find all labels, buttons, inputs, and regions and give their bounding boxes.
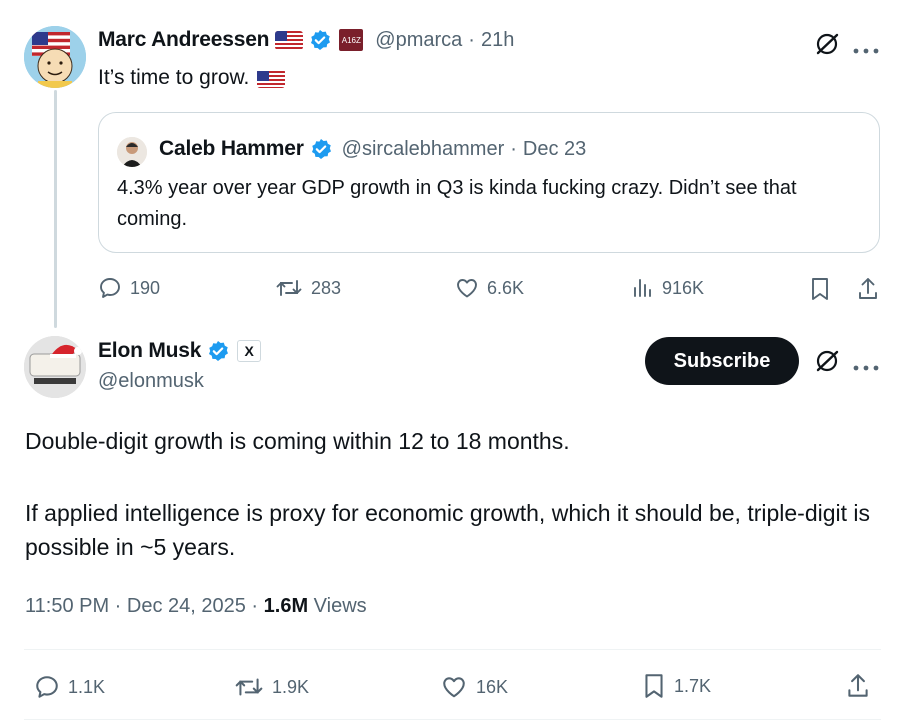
quote-author-name[interactable]: Caleb Hammer [159,137,304,161]
share-icon [848,674,868,697]
avatar[interactable] [24,26,86,88]
quote-date[interactable]: Dec 23 [523,138,586,161]
tweet-paragraph-2: If applied intelligence is proxy for eco… [25,500,871,560]
repost-icon [235,678,263,696]
quoted-tweet[interactable]: Caleb Hammer @sircalebhammer · Dec 23 4.… [98,112,880,253]
avatar[interactable] [24,336,86,398]
divider [24,719,881,720]
author-handle[interactable]: @elonmusk [98,370,204,393]
share-button[interactable] [846,672,870,705]
tweet-paragraph-1: Double-digit growth is coming within 12 … [25,428,570,454]
like-count: 6.6K [487,277,525,298]
views-label: Views [308,595,367,617]
like-count: 16K [476,676,509,697]
repost-count: 283 [311,277,342,298]
like-button[interactable]: 16K [440,674,508,700]
tweet-text: Double-digit growth is coming within 12 … [25,424,875,564]
post-timestamp[interactable]: 11:50 PM · Dec 24, 2025 · [25,595,264,617]
post-time[interactable]: 21h [481,29,514,52]
author-handle[interactable]: @pmarca [375,29,462,52]
like-icon [457,279,477,298]
separator: · [510,137,517,160]
reply-icon [100,278,120,298]
tweet-text: It’s time to grow. [98,66,250,89]
author-name[interactable]: Elon Musk [98,339,201,363]
reply-button[interactable]: 190 [98,276,160,300]
repost-button[interactable]: 283 [275,276,341,300]
us-flag-icon [257,69,286,88]
verified-icon[interactable] [207,340,229,362]
bookmark-button[interactable]: 1.7K [642,672,711,700]
tweet1-header: Marc Andreessen A16Z @pmarca · 21h [98,28,514,52]
affiliate-badge[interactable]: X [237,340,262,362]
avatar-image [24,26,86,88]
separator: · [468,28,475,51]
bookmark-icon [645,674,663,698]
repost-button[interactable]: 1.9K [234,674,309,700]
tweet1-body: It’s time to grow. [98,63,286,93]
views-icon [634,279,651,297]
quote-header: Caleb Hammer @sircalebhammer · Dec 23 [159,137,586,161]
verified-icon[interactable] [310,138,332,160]
verified-icon[interactable] [309,29,331,51]
thread-connector [54,90,57,328]
quote-text: 4.3% year over year GDP growth in Q3 is … [117,177,797,230]
quote-author-handle[interactable]: @sircalebhammer [342,138,505,161]
x-logo-icon: X [244,343,254,359]
share-icon [859,278,877,299]
quote-avatar[interactable] [117,137,147,167]
tweet2-header: Elon Musk X [98,339,262,363]
author-name[interactable]: Marc Andreessen [98,28,269,52]
affiliate-badge[interactable]: A16Z [339,29,364,51]
like-button[interactable]: 6.6K [455,276,524,300]
more-icon[interactable] [853,41,879,59]
grok-icon[interactable] [814,348,840,379]
reply-button[interactable]: 1.1K [34,674,105,700]
share-button[interactable] [857,276,879,307]
reply-count: 190 [130,277,161,298]
views-button[interactable]: 916K [632,276,704,300]
bookmark-button[interactable] [809,276,831,307]
bookmark-count: 1.7K [674,675,712,696]
reply-icon [36,676,58,698]
reply-count: 1.1K [68,676,106,697]
like-icon [443,677,465,698]
views-count: 1.6M [263,595,309,617]
views-count: 916K [662,277,705,298]
subscribe-button[interactable]: Subscribe [645,337,799,385]
grok-icon[interactable] [814,31,840,62]
avatar-image [24,336,86,398]
post-metadata: 11:50 PM · Dec 24, 2025 · 1.6M Views [25,595,367,618]
quote-avatar-image [117,137,147,167]
bookmark-icon [812,278,828,300]
more-icon[interactable] [853,358,879,376]
us-flag-icon [275,30,304,50]
repost-icon [276,280,302,296]
repost-count: 1.9K [272,676,310,697]
divider [24,649,881,650]
